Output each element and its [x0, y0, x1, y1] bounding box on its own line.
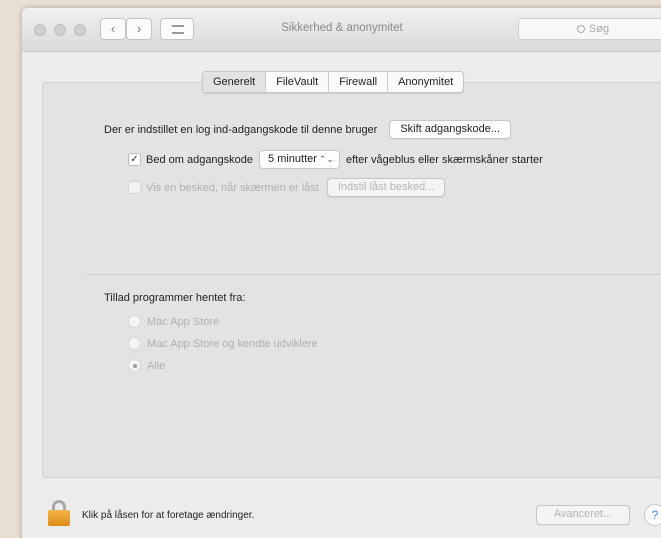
- section-divider: [86, 274, 661, 275]
- password-interval-popup[interactable]: 5 minutter ⌃⌄: [259, 150, 340, 169]
- show-message-row: Vis en besked, når skærmen er låst Indst…: [128, 178, 446, 197]
- radio-option-mac-app-store-developers[interactable]: Mac App Store og kendte udviklere: [128, 337, 318, 350]
- search-placeholder: Søg: [588, 23, 610, 35]
- search-field[interactable]: Søg: [518, 18, 661, 40]
- tab-bar: Generelt FileVault Firewall Anonymitet: [202, 71, 465, 93]
- tab-filevault[interactable]: FileVault: [266, 72, 330, 92]
- tab-generelt[interactable]: Generelt: [203, 72, 267, 92]
- lock-hint-text: Klik på låsen for at foretage ændringer.: [82, 510, 255, 521]
- radio-button[interactable]: [128, 359, 141, 372]
- content-panel: [42, 82, 661, 478]
- password-interval-value: 5 minutter: [268, 153, 317, 165]
- radio-option-anywhere[interactable]: Alle: [128, 359, 165, 372]
- advanced-button[interactable]: Avanceret...: [536, 505, 630, 525]
- tab-anonymitet[interactable]: Anonymitet: [388, 72, 463, 92]
- help-button[interactable]: ?: [644, 504, 661, 526]
- radio-label: Mac App Store og kendte udviklere: [147, 337, 318, 350]
- require-password-suffix: efter vågeblus eller skærmskåner starter: [345, 153, 543, 166]
- change-password-button[interactable]: Skift adgangskode...: [389, 120, 512, 139]
- password-status-text: Der er indstillet en log ind-adgangskode…: [104, 123, 378, 136]
- require-password-row: ✓ Bed om adgangskode 5 minutter ⌃⌄ efter…: [128, 150, 543, 169]
- radio-button[interactable]: [128, 315, 141, 328]
- tab-firewall[interactable]: Firewall: [329, 72, 389, 92]
- lock-body: [48, 510, 70, 526]
- popup-arrows-icon: ⌃⌄: [318, 154, 334, 164]
- title-bar: ‹ › Sikkerhed & anonymitet Søg: [22, 8, 661, 52]
- set-lock-message-button[interactable]: Indstil låst besked...: [326, 178, 446, 197]
- radio-option-mac-app-store[interactable]: Mac App Store: [128, 315, 219, 328]
- radio-label: Mac App Store: [147, 315, 220, 328]
- allow-apps-heading: Tillad programmer hentet fra:: [104, 292, 246, 304]
- password-row: Der er indstillet en log ind-adgangskode…: [104, 120, 512, 139]
- lock-icon[interactable]: [48, 500, 70, 526]
- require-password-checkbox[interactable]: ✓: [128, 153, 141, 166]
- show-message-checkbox[interactable]: [128, 181, 141, 194]
- search-icon: [576, 25, 585, 33]
- radio-label: Alle: [147, 359, 166, 372]
- preferences-window: ‹ › Sikkerhed & anonymitet Søg Generelt …: [22, 8, 661, 538]
- radio-button[interactable]: [128, 337, 141, 350]
- show-message-label: Vis en besked, når skærmen er låst: [146, 181, 319, 194]
- require-password-label: Bed om adgangskode: [146, 153, 254, 166]
